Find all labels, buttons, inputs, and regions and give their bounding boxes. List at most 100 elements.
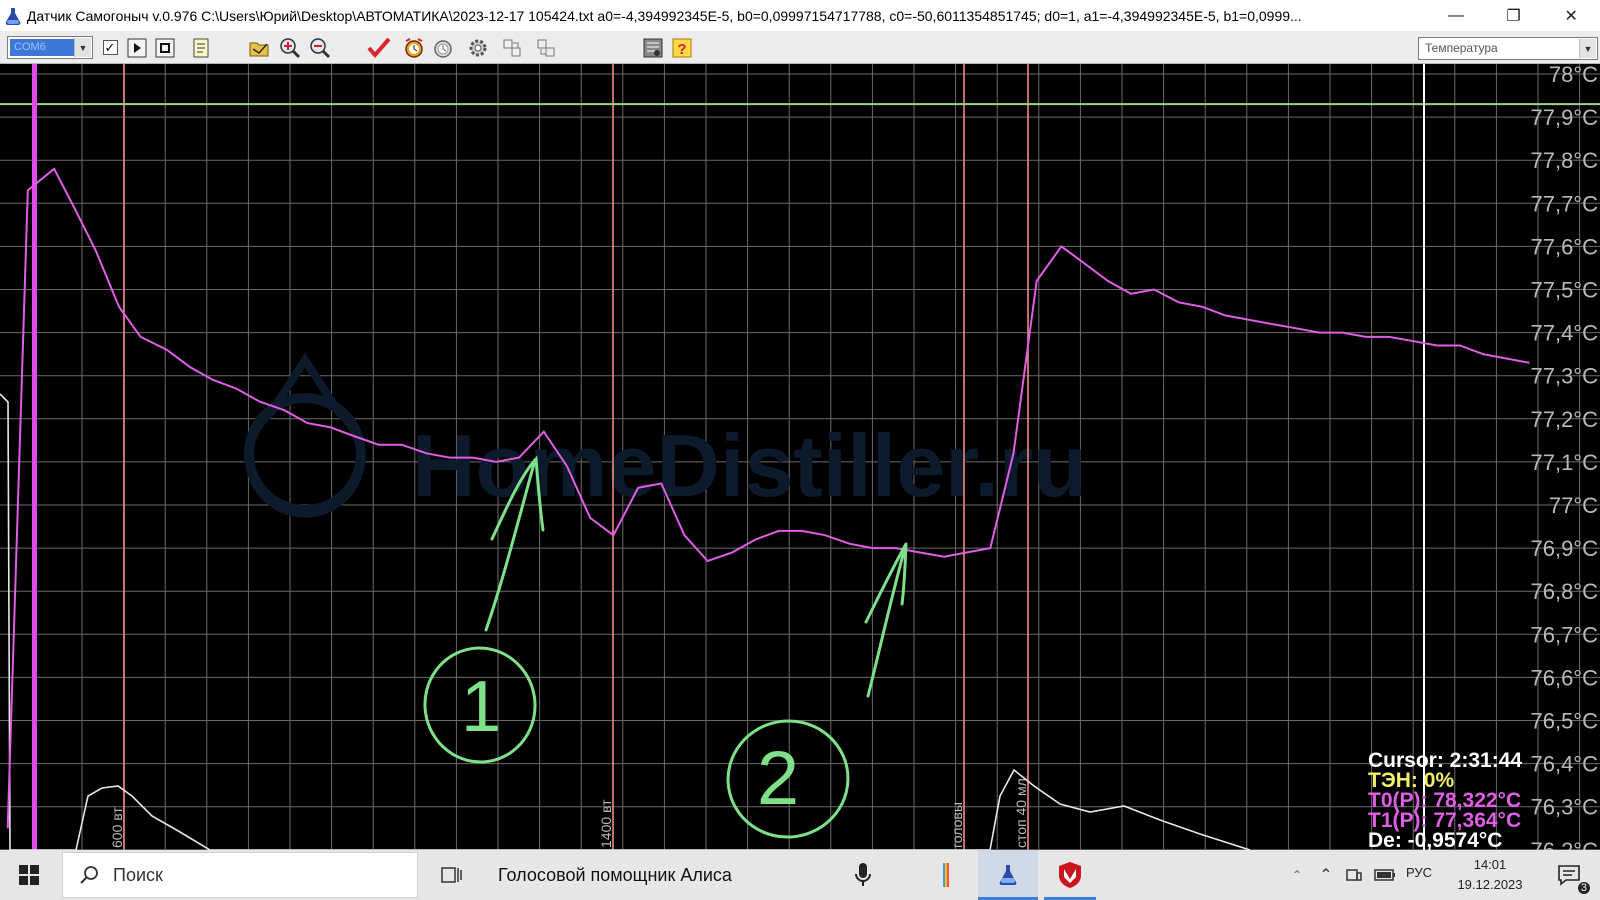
settings-button[interactable] [465, 35, 491, 60]
alarm-clock-icon [405, 37, 423, 58]
tray-expand-button[interactable]: ⌃ [1314, 850, 1338, 900]
y-tick-label: 77,7°C [1530, 191, 1598, 216]
apply-button[interactable] [366, 35, 392, 60]
clock[interactable]: 14:01 19.12.2023 [1448, 855, 1532, 895]
notifications-button[interactable]: 3 [1540, 850, 1598, 900]
event-label: стоп 40 мл [1013, 778, 1029, 848]
notification-count: 3 [1577, 882, 1590, 894]
y-tick-label: 76,2°C [1530, 838, 1598, 850]
readout-panel: Cursor: 2:31:44 ТЭН: 0% T0(P): 78,322°C … [1368, 749, 1523, 852]
device-icon [643, 38, 663, 57]
y-tick-label: 76,5°C [1530, 709, 1598, 734]
task-view-button[interactable] [430, 850, 472, 900]
y-tick-label: 77,2°C [1530, 407, 1598, 432]
y-tick-label: 77,5°C [1530, 278, 1598, 303]
start-button[interactable] [0, 850, 58, 900]
restore-icon: ❐ [1506, 7, 1521, 25]
y-tick-label: 77,9°C [1530, 105, 1598, 130]
y-axis-ticks: 78°C 77,9°C 77,8°C 77,7°C 77,6°C 77,5°C 77,4°C… [1530, 64, 1598, 850]
taskbar-search[interactable]: Поиск [62, 852, 418, 898]
taskbar: Поиск Голосовой помощник Алиса ⌃ ⌃ РУС 1… [0, 850, 1600, 900]
restore-button[interactable]: ❐ [1485, 0, 1543, 31]
yandex-icon [943, 863, 949, 887]
language-indicator[interactable]: РУС [1406, 865, 1432, 880]
windows-icon [19, 865, 39, 885]
chevron-down-icon[interactable]: ▼ [1579, 39, 1596, 58]
close-icon: ✕ [1564, 7, 1578, 25]
export-button[interactable] [499, 35, 525, 60]
stop-button[interactable] [152, 35, 178, 60]
annotation-circle-1: 1 [423, 646, 537, 764]
annotation-label-1: 1 [461, 667, 501, 747]
mode-select[interactable]: Температура ▼ [1418, 37, 1598, 60]
watermark-text: HomeDistiller.ru [412, 416, 1087, 515]
info-button[interactable] [640, 35, 666, 60]
taskbar-app-yandex[interactable] [918, 850, 974, 900]
y-tick-label: 78°C [1549, 64, 1598, 87]
zoom-in-icon [280, 37, 301, 58]
taskbar-app-samogonych[interactable] [978, 850, 1038, 900]
alarm-off-button[interactable] [430, 35, 456, 60]
export-icon [503, 39, 521, 56]
y-tick-label: 77,3°C [1530, 364, 1598, 389]
y-tick-label: 76,8°C [1530, 579, 1598, 604]
tray-battery-button[interactable] [1370, 850, 1400, 900]
battery-icon [1374, 869, 1395, 881]
play-icon [127, 38, 147, 57]
start-marker [32, 64, 37, 850]
tray-scroll[interactable]: ⌃ [1286, 850, 1308, 900]
t0-readout: T0(P): 78,322°C [1368, 789, 1522, 812]
device-icon [1346, 869, 1362, 881]
y-tick-label: 77,1°C [1530, 450, 1598, 475]
help-icon: ? [672, 38, 692, 58]
y-tick-label: 76,7°C [1530, 622, 1598, 647]
chevron-up-icon: ⌃ [1291, 868, 1303, 882]
clock-time: 14:01 [1473, 857, 1507, 872]
event-label: 1400 вт [598, 799, 614, 848]
help-button[interactable]: ? [669, 35, 695, 60]
play-button[interactable] [124, 35, 150, 60]
cursor-readout: Cursor: 2:31:44 [1368, 749, 1523, 772]
delta-readout: De: -0,9574°C [1368, 829, 1503, 852]
minimize-button[interactable]: — [1427, 0, 1485, 31]
alarm-off-icon [434, 39, 452, 58]
alarm-button[interactable] [401, 35, 427, 60]
minimize-icon: — [1447, 6, 1464, 24]
temperature-chart[interactable]: HomeDistiller.ru 600 вт 1400 вт головы стоп… [0, 64, 1600, 850]
voice-assistant-bar[interactable]: Голосовой помощник Алиса [478, 852, 908, 898]
port-select[interactable]: COM6 ▼ [7, 36, 93, 59]
tray-device-button[interactable] [1340, 850, 1368, 900]
import-button[interactable] [533, 35, 559, 60]
shield-icon [1059, 862, 1081, 888]
mode-select-value: Температура [1425, 41, 1498, 55]
y-tick-label: 77,4°C [1530, 321, 1598, 346]
chevron-up-icon: ⌃ [1319, 867, 1333, 884]
t1-readout: T1(P): 77,364°C [1368, 809, 1522, 832]
search-placeholder: Поиск [113, 864, 163, 885]
event-label: 600 вт [109, 807, 125, 848]
event-label: головы [949, 802, 965, 848]
annotation-label-2: 2 [757, 736, 799, 821]
notification-icon [1558, 865, 1580, 886]
y-tick-label: 76,9°C [1530, 536, 1598, 561]
search-icon [80, 866, 98, 884]
open-file-button[interactable] [247, 35, 273, 60]
zoom-in-button[interactable] [277, 35, 303, 60]
document-icon [193, 38, 209, 57]
zoom-out-button[interactable] [307, 35, 333, 60]
microphone-icon[interactable] [854, 862, 872, 888]
red-check-icon [367, 37, 391, 58]
flask-icon [2, 5, 24, 27]
y-tick-label: 77,8°C [1530, 148, 1598, 173]
log-button[interactable] [188, 35, 214, 60]
close-button[interactable]: ✕ [1542, 0, 1600, 31]
taskbar-app-mcafee[interactable] [1040, 850, 1100, 900]
zoom-out-icon [310, 37, 331, 58]
window-title: Датчик Самогоныч v.0.976 C:\Users\Юрий\D… [26, 7, 1302, 24]
y-tick-label: 76,4°C [1530, 752, 1598, 777]
record-checkbox[interactable]: ✓ [97, 35, 123, 60]
flask-icon [999, 865, 1017, 885]
import-icon [537, 39, 555, 56]
chevron-down-icon[interactable]: ▼ [74, 38, 91, 57]
title-bar[interactable]: Датчик Самогоныч v.0.976 C:\Users\Юрий\D… [0, 0, 1600, 31]
